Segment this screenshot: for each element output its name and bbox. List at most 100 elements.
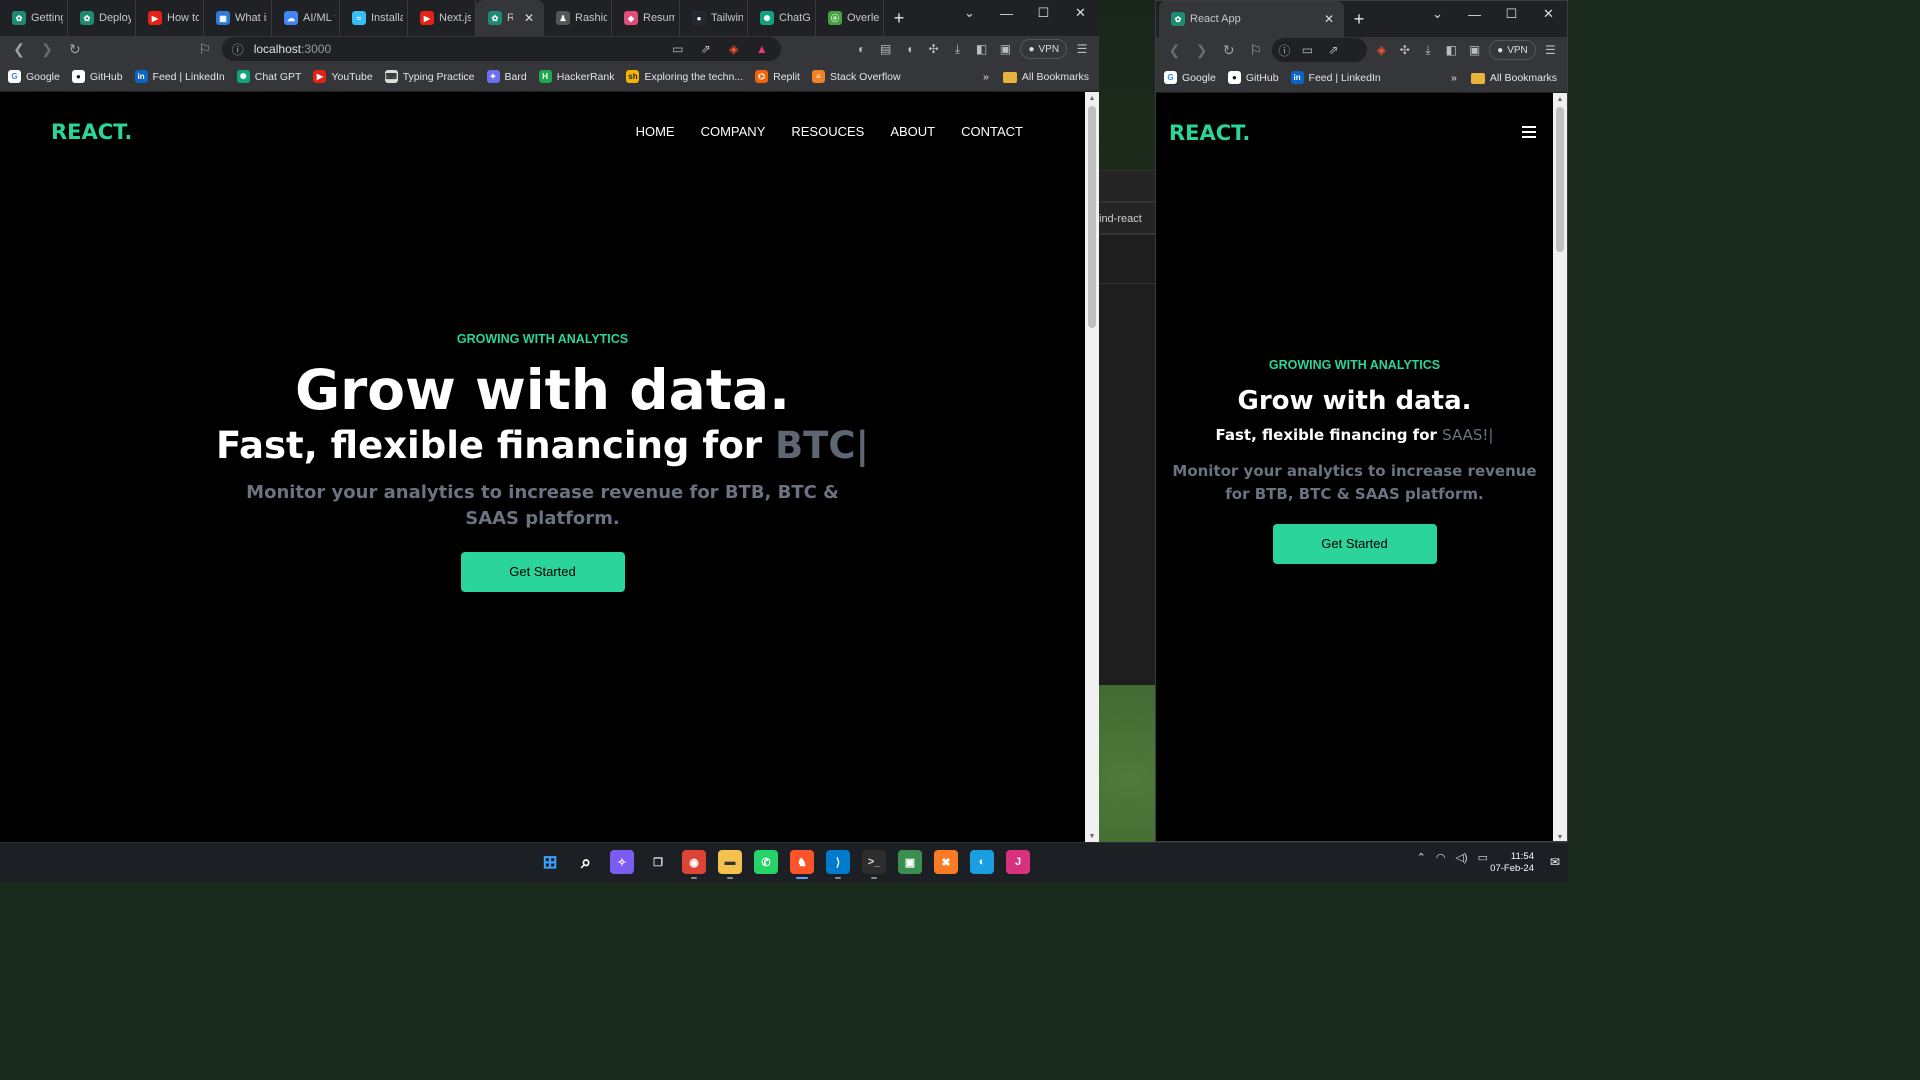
more-bookmarks-icon[interactable]: » (983, 71, 989, 83)
task-view-icon[interactable]: ❐ (646, 850, 670, 874)
site-logo[interactable]: REACT. (51, 120, 132, 144)
bookmark-item[interactable]: ● GitHub (1227, 71, 1279, 84)
jetbrains-icon[interactable]: J (1006, 850, 1030, 874)
terminal-icon[interactable]: >_ (862, 850, 886, 879)
share-icon[interactable]: ⇗ (697, 40, 715, 58)
paint-icon[interactable]: ▣ (898, 850, 922, 874)
close-tab-icon[interactable]: ✕ (518, 11, 540, 25)
share-icon[interactable]: ⇗ (1324, 41, 1342, 59)
tab-search-icon[interactable]: ⌄ (1419, 1, 1456, 27)
tab-4[interactable]: ▦ What is a (204, 0, 272, 36)
get-started-button[interactable]: Get Started (460, 552, 625, 592)
start-icon[interactable]: ⊞ (538, 850, 562, 874)
brave-shields-icon[interactable]: ◈ (1373, 41, 1390, 59)
extension-off-icon[interactable]: ▤ (877, 40, 895, 58)
xampp-icon[interactable]: ✖ (934, 850, 958, 874)
tab-10[interactable]: ◆ Resume (612, 0, 680, 36)
cast-icon[interactable]: ▭ (1298, 41, 1316, 59)
search-icon[interactable]: ⌕ (574, 850, 598, 874)
battery-icon[interactable]: ▭ (1478, 851, 1488, 864)
address-bar[interactable]: ⓘ ▭ ⇗ (1272, 38, 1367, 62)
scroll-up-icon[interactable]: ▲ (1085, 92, 1099, 104)
wifi-icon[interactable]: ◠ (1436, 851, 1446, 864)
maximize-icon[interactable]: ☐ (1493, 1, 1530, 27)
brave-icon[interactable]: ♞ (790, 850, 814, 879)
vpn-button[interactable]: ● VPN (1020, 39, 1068, 59)
bookmark-item[interactable]: ≡ Stack Overflow (811, 70, 901, 83)
back-button[interactable]: ❮ (8, 38, 30, 60)
side-page-scrollbar[interactable]: ▲ ▼ (1553, 93, 1567, 841)
download-icon[interactable]: ⤓ (949, 40, 967, 58)
scroll-thumb[interactable] (1088, 106, 1096, 328)
nav-link-about[interactable]: ABOUT (890, 124, 935, 139)
mouse-icon[interactable]: ◖ (901, 40, 919, 58)
extensions-icon[interactable]: ✣ (925, 40, 943, 58)
brave-shields-icon[interactable]: ◈ (725, 40, 743, 58)
bookmark-page-icon[interactable]: ⚐ (1245, 39, 1266, 61)
site-logo[interactable]: REACT. (1169, 121, 1250, 145)
minimize-icon[interactable]: — (988, 0, 1025, 26)
tab-1[interactable]: ✿ Getting S (0, 0, 68, 36)
bookmark-item[interactable]: ✺ Chat GPT (236, 70, 301, 83)
tab-7[interactable]: ▶ Next.js, (408, 0, 476, 36)
maximize-icon[interactable]: ☐ (1025, 0, 1062, 26)
nav-link-contact[interactable]: CONTACT (961, 124, 1023, 139)
bookmark-item[interactable]: in Feed | LinkedIn (134, 70, 225, 83)
edge-icon[interactable]: ◐ (970, 850, 994, 874)
hamburger-menu-icon[interactable] (1522, 126, 1536, 138)
whatsapp-icon[interactable]: ✆ (754, 850, 778, 874)
sidebar-icon[interactable]: ◧ (973, 40, 991, 58)
tab-search-icon[interactable]: ⌄ (951, 0, 988, 26)
vpn-button[interactable]: ● VPN (1489, 40, 1536, 60)
tab-6[interactable]: ≈ Installati (340, 0, 408, 36)
copilot-icon[interactable]: ✧ (610, 850, 634, 874)
scroll-down-icon[interactable]: ▼ (1085, 830, 1099, 842)
tab-11[interactable]: ● Tailwind (680, 0, 748, 36)
cast-icon[interactable]: ▭ (669, 40, 687, 58)
extensions-icon[interactable]: ✣ (1396, 41, 1413, 59)
bookmark-item[interactable]: ✦ Bard (486, 70, 527, 83)
minimize-icon[interactable]: — (1456, 1, 1493, 27)
tab-8[interactable]: ✿ Reac ✕ (476, 0, 544, 36)
bookmark-page-icon[interactable]: ⚐ (194, 38, 216, 60)
all-bookmarks-button[interactable]: All Bookmarks (1002, 71, 1089, 83)
tab-3[interactable]: ▶ How to ( (136, 0, 204, 36)
scroll-down-icon[interactable]: ▼ (1553, 831, 1567, 841)
close-window-icon[interactable]: ✕ (1530, 1, 1567, 27)
menu-icon[interactable]: ☰ (1073, 40, 1091, 58)
forward-button[interactable]: ❯ (1191, 39, 1212, 61)
wallet-icon[interactable]: ▣ (1466, 41, 1483, 59)
scroll-thumb[interactable] (1556, 107, 1564, 252)
close-tab-icon[interactable]: ✕ (1318, 12, 1340, 26)
tab-2[interactable]: ✿ Deploym (68, 0, 136, 36)
bookmark-item[interactable]: G Google (1164, 71, 1216, 84)
bookmark-item[interactable]: in Feed | LinkedIn (1290, 71, 1381, 84)
menu-icon[interactable]: ☰ (1542, 41, 1559, 59)
bookmark-item[interactable]: ⌨ Typing Practice (384, 70, 475, 83)
reload-button[interactable]: ↻ (1218, 39, 1239, 61)
close-window-icon[interactable]: ✕ (1062, 0, 1099, 26)
site-info-icon[interactable]: ⓘ (1278, 42, 1290, 59)
file-explorer-icon[interactable]: ▬ (718, 850, 742, 879)
reload-button[interactable]: ↻ (64, 38, 86, 60)
nav-link-home[interactable]: HOME (636, 124, 675, 139)
new-tab-button[interactable]: + (884, 0, 914, 36)
all-bookmarks-button[interactable]: All Bookmarks (1470, 72, 1557, 84)
bookmark-item[interactable]: sh Exploring the techn... (626, 70, 743, 83)
scroll-up-icon[interactable]: ▲ (1553, 93, 1567, 105)
tab-9[interactable]: ♟ Rashid S (544, 0, 612, 36)
bookmark-item[interactable]: ⌬ Replit (755, 70, 800, 83)
back-button[interactable]: ❮ (1164, 39, 1185, 61)
bookmark-item[interactable]: ▶ YouTube (313, 70, 373, 83)
download-icon[interactable]: ⤓ (1419, 41, 1436, 59)
brave-rewards-icon[interactable]: ▲ (753, 40, 771, 58)
sidebar-icon[interactable]: ◧ (1443, 41, 1460, 59)
wallet-icon[interactable]: ▣ (996, 40, 1014, 58)
nav-link-company[interactable]: COMPANY (701, 124, 766, 139)
tab-13[interactable]: ⓞ Overleaf (816, 0, 884, 36)
volume-icon[interactable]: ◁) (1455, 851, 1467, 864)
address-bar[interactable]: ⓘ localhost:3000 ▭ ⇗ ◈ ▲ (221, 37, 781, 61)
new-tab-button[interactable]: + (1344, 1, 1374, 37)
forward-button[interactable]: ❯ (36, 38, 58, 60)
nav-link-resouces[interactable]: RESOUCES (791, 124, 864, 139)
